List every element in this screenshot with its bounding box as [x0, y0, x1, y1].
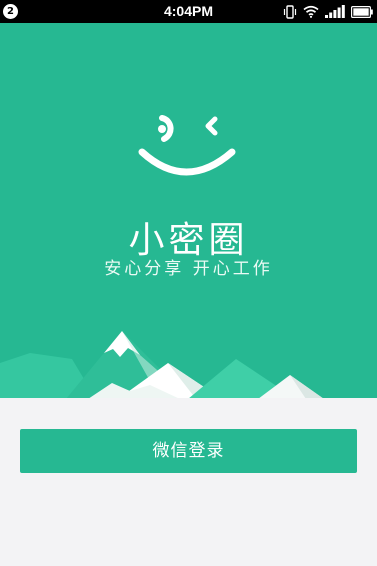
splash-screen: 2 4:04PM 小密圈 安心分享 开心工作 微信登录: [0, 0, 377, 566]
battery-icon: [351, 5, 373, 18]
wechat-login-button[interactable]: 微信登录: [20, 429, 357, 473]
mountains-illustration: [0, 331, 323, 398]
status-icons: [283, 3, 373, 20]
signal-icon: [325, 5, 345, 18]
vibrate-icon: [283, 4, 297, 19]
wink-face-icon: [138, 115, 236, 176]
wifi-icon: [303, 5, 319, 18]
app-slogan: 安心分享 开心工作: [104, 259, 273, 279]
status-bar: 2 4:04PM: [0, 0, 377, 23]
login-area: 微信登录: [0, 398, 377, 566]
splash-hero: 小密圈 安心分享 开心工作: [0, 23, 377, 398]
